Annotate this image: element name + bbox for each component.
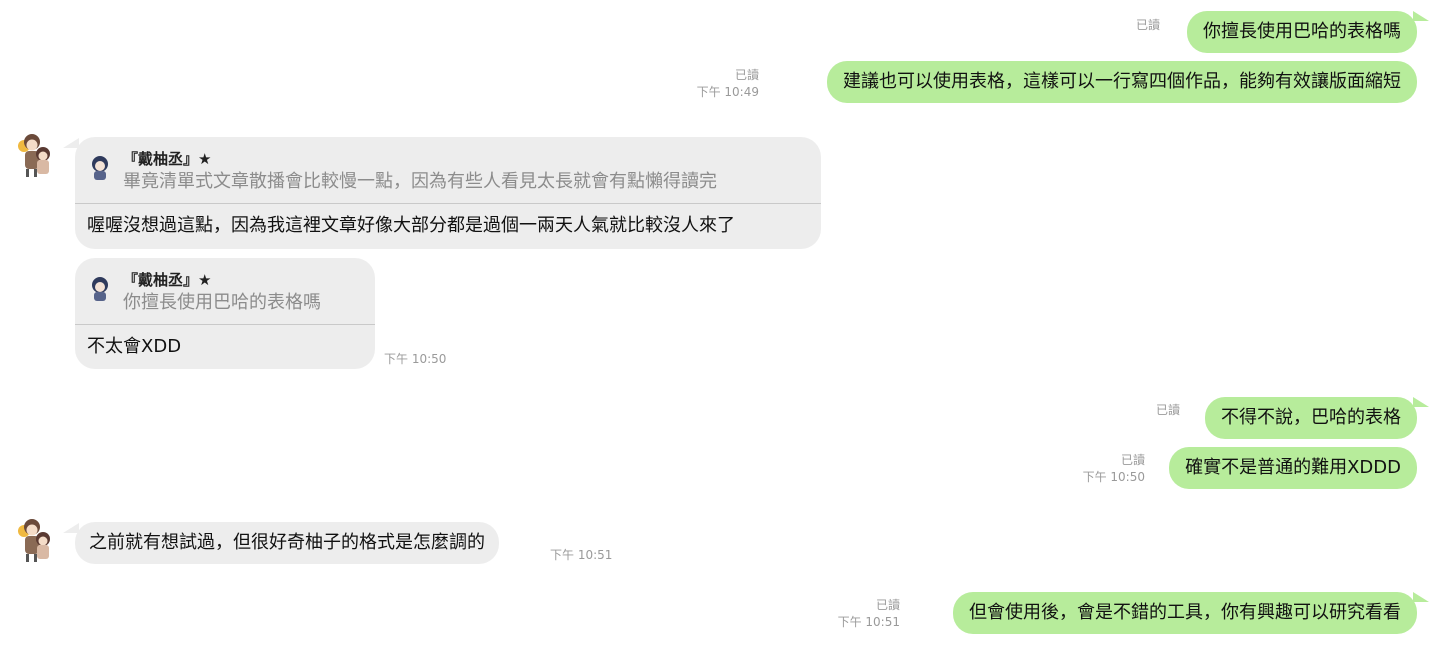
reply-quoted-text: 你擅長使用巴哈的表格嗎 [123, 292, 321, 313]
message-text: 之前就有想試過，但很好奇柚子的格式是怎麼調的 [89, 532, 485, 553]
message-meta: 已讀 下午 10:49 [697, 67, 759, 101]
message-bubble-outgoing[interactable]: 你擅長使用巴哈的表格嗎 [1187, 11, 1417, 53]
message-bubble-incoming[interactable]: 之前就有想試過，但很好奇柚子的格式是怎麼調的 [75, 522, 499, 564]
reply-sender-name: 『戴柚丞』★ [123, 271, 212, 289]
read-receipt: 已讀 [1135, 18, 1160, 32]
message-bubble-outgoing[interactable]: 但會使用後，會是不錯的工具，你有興趣可以研究看看 [953, 592, 1417, 634]
message-text: 但會使用後，會是不錯的工具，你有興趣可以研究看看 [969, 602, 1401, 623]
bubble-tail [1413, 592, 1429, 602]
message-text: 喔喔沒想過這點，因為我這裡文章好像大部分都是過個一兩天人氣就比較沒人來了 [87, 215, 735, 236]
avatar-illustration-icon [18, 519, 50, 562]
contact-avatar[interactable] [12, 132, 56, 178]
reply-avatar-icon [89, 155, 111, 181]
read-receipt: 已讀 [1120, 453, 1145, 467]
message-bubble-incoming-reply[interactable]: 『戴柚丞』★ 畢竟清單式文章散播會比較慢一點，因為有些人看見太長就會有點懶得讀完… [75, 137, 821, 249]
avatar-illustration-icon [18, 134, 50, 177]
reply-preview[interactable]: 『戴柚丞』★ 畢竟清單式文章散播會比較慢一點，因為有些人看見太長就會有點懶得讀完 [75, 137, 821, 195]
read-receipt: 已讀 [734, 68, 759, 82]
message-meta: 已讀 下午 10:51 [838, 597, 900, 631]
reply-preview[interactable]: 『戴柚丞』★ 你擅長使用巴哈的表格嗎 [75, 258, 375, 316]
bubble-tail [1413, 397, 1429, 407]
read-receipt: 已讀 [1155, 403, 1180, 417]
timestamp: 下午 10:50 [384, 352, 447, 366]
timestamp: 下午 10:51 [550, 548, 613, 562]
message-bubble-outgoing[interactable]: 不得不說，巴哈的表格 [1205, 397, 1417, 439]
message-text: 不太會XDD [87, 336, 182, 357]
timestamp: 下午 10:51 [837, 615, 900, 629]
message-text: 確實不是普通的難用XDDD [1185, 457, 1401, 478]
message-bubble-outgoing[interactable]: 建議也可以使用表格，這樣可以一行寫四個作品，能夠有效讓版面縮短 [827, 61, 1417, 103]
message-text: 建議也可以使用表格，這樣可以一行寫四個作品，能夠有效讓版面縮短 [843, 71, 1401, 92]
message-bubble-outgoing[interactable]: 確實不是普通的難用XDDD [1169, 447, 1417, 489]
reply-sender-name: 『戴柚丞』★ [123, 150, 212, 168]
read-receipt: 已讀 [875, 598, 900, 612]
message-bubble-incoming-reply[interactable]: 『戴柚丞』★ 你擅長使用巴哈的表格嗎 不太會XDD [75, 258, 375, 369]
bubble-tail [1413, 11, 1429, 21]
message-text: 你擅長使用巴哈的表格嗎 [1203, 21, 1401, 42]
message-meta: 已讀 下午 10:50 [1083, 452, 1145, 486]
reply-avatar-icon [89, 276, 111, 302]
timestamp: 下午 10:50 [1082, 470, 1145, 484]
timestamp: 下午 10:49 [696, 85, 759, 99]
contact-avatar[interactable] [12, 517, 56, 563]
message-text: 不得不說，巴哈的表格 [1221, 407, 1401, 428]
reply-quoted-text: 畢竟清單式文章散播會比較慢一點，因為有些人看見太長就會有點懶得讀完 [123, 171, 717, 192]
